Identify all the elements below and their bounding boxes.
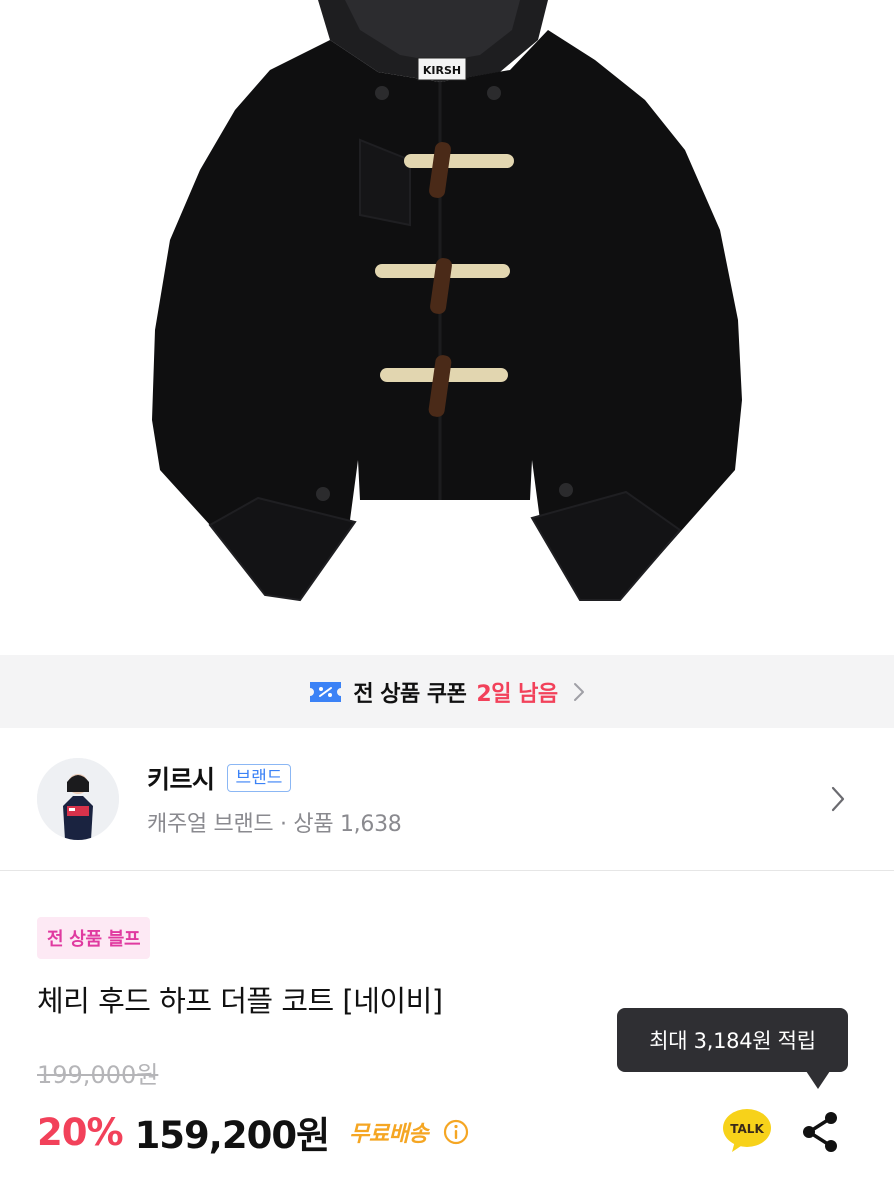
info-icon[interactable] xyxy=(442,1118,470,1146)
promo-tag: 전 상품 블프 xyxy=(37,917,151,959)
share-icon[interactable] xyxy=(800,1110,840,1154)
discount-rate: 20% xyxy=(37,1110,124,1154)
brand-avatar xyxy=(37,758,119,840)
brand-meta: 캐주얼 브랜드 · 상품 1,638 xyxy=(147,812,402,837)
coupon-text: 전 상품 쿠폰 xyxy=(353,681,467,707)
original-price: 199,000원 xyxy=(37,1061,159,1089)
kakao-talk-button[interactable]: TALK xyxy=(722,1108,772,1154)
price-line: 20% 159,200원 무료배송 xyxy=(37,1105,470,1159)
coupon-days-left: 2일 남음 xyxy=(476,681,558,707)
coupon-banner[interactable]: 전 상품 쿠폰 2일 남음 xyxy=(0,655,894,728)
coat-illustration: KIRSH xyxy=(152,0,742,602)
brand-badge: 브랜드 xyxy=(226,763,292,793)
product-title: 체리 후드 하프 더플 코트 [네이비] xyxy=(37,984,443,1018)
tooltip-arrow xyxy=(806,1071,830,1089)
brand-name-line: 키르시 브랜드 xyxy=(147,760,401,796)
product-image[interactable]: KIRSH xyxy=(0,0,894,655)
kakao-talk-label: TALK xyxy=(730,1122,764,1136)
points-tooltip: 최대 3,184원 적립 xyxy=(617,1008,848,1072)
brand-name[interactable]: 키르시 xyxy=(147,760,215,796)
sale-price: 159,200원 xyxy=(134,1114,331,1157)
brand-info: 키르시 브랜드 캐주얼 브랜드 · 상품 1,638 xyxy=(147,760,402,838)
coupon-ticket-icon xyxy=(310,681,342,702)
chevron-right-icon[interactable] xyxy=(830,785,846,813)
brand-row[interactable]: 키르시 브랜드 캐주얼 브랜드 · 상품 1,638 xyxy=(0,728,894,871)
free-shipping-label: 무료배송 xyxy=(349,1122,429,1147)
kirsh-label: KIRSH xyxy=(423,64,461,77)
chevron-right-icon xyxy=(573,682,584,701)
